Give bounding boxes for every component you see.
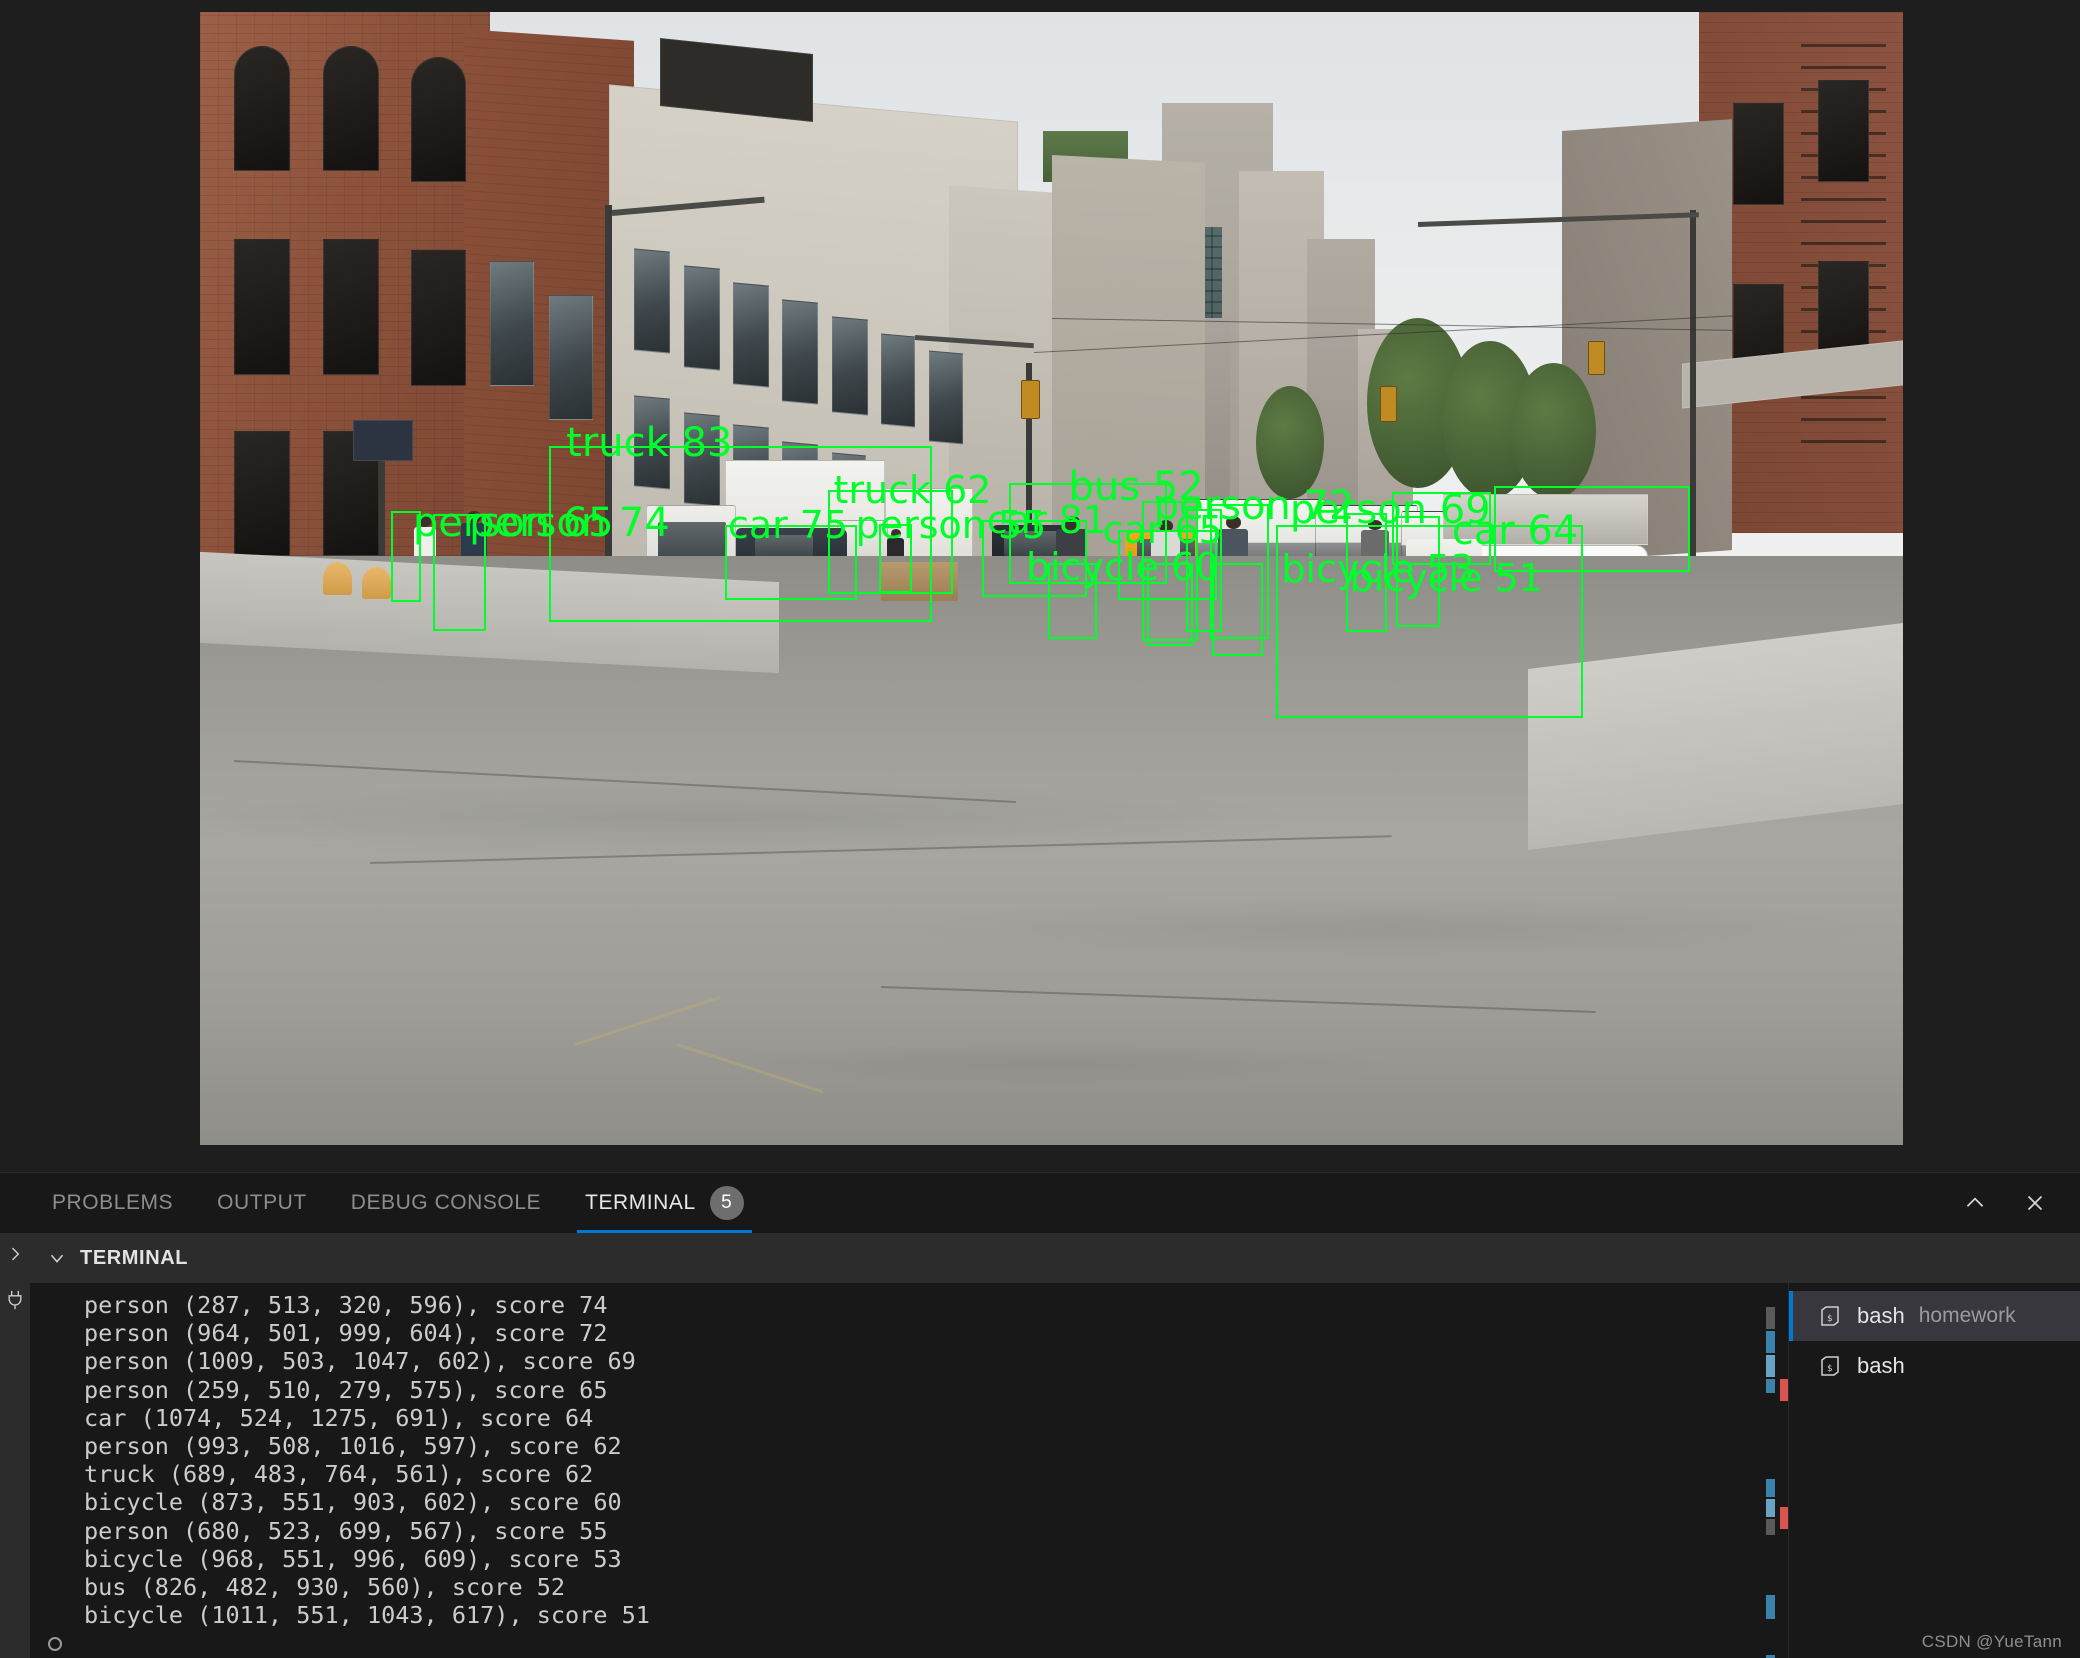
det-label-person-cluster-left: person 65 (412, 499, 614, 546)
det-box-person-62 (1186, 509, 1222, 632)
det-box-person-right-1 (1346, 512, 1387, 632)
image-viewer: truck 83 person 65 person 74 truck 62 ca… (0, 0, 2080, 1172)
svg-text:$: $ (1827, 1364, 1832, 1374)
scroll-decoration (1766, 1595, 1775, 1619)
bottom-panel: PROBLEMS OUTPUT DEBUG CONSOLE TERMINAL 5 (0, 1172, 2080, 1658)
terminal-list-item-name: bash (1857, 1353, 1905, 1378)
detection-image: truck 83 person 65 person 74 truck 62 ca… (200, 12, 1903, 1145)
scroll-decoration (1766, 1379, 1775, 1393)
det-box-truck-far-right (1494, 485, 1691, 572)
terminal-line: person (287, 513, 320, 596), score 74 (84, 1291, 608, 1319)
terminal-instance-list: $ bash homework $ bash (1788, 1283, 2080, 1658)
det-box-bus-far (1392, 492, 1491, 565)
panel-actions (1958, 1173, 2060, 1233)
det-box-bicycle-60 (1048, 562, 1098, 639)
terminal-output[interactable]: person (287, 513, 320, 596), score 74 pe… (30, 1283, 1788, 1658)
det-box-person-72 (1141, 501, 1198, 641)
terminal-line: bus (826, 482, 930, 560), score 52 (84, 1573, 566, 1602)
panel-tab-bar: PROBLEMS OUTPUT DEBUG CONSOLE TERMINAL 5 (0, 1173, 2080, 1233)
terminal-list-item-sub: homework (1918, 1304, 2016, 1327)
terminal-section-title: TERMINAL (80, 1246, 189, 1269)
terminal-line: bicycle (1011, 551, 1043, 617), score 51 (84, 1601, 650, 1630)
tab-debug-console-label: DEBUG CONSOLE (350, 1191, 542, 1214)
terminal-count-badge: 5 (709, 1186, 744, 1220)
det-box-person-74 (433, 513, 487, 631)
scroll-decoration (1766, 1331, 1775, 1353)
det-box-car-75 (724, 525, 858, 600)
terminal-prompt-line: (lmdeploy) root@intern-studio-40019053:~… (36, 1629, 1788, 1658)
det-box-car-65 (1117, 529, 1217, 600)
terminal-list-item-name: bash (1857, 1303, 1905, 1328)
detection-overlay: truck 83 person 65 person 74 truck 62 ca… (200, 12, 1903, 1145)
terminal-section-header: TERMINAL (30, 1233, 2080, 1283)
det-label-bicycle-51: bicycle 51 (1349, 556, 1543, 601)
det-box-car-81 (981, 519, 1088, 597)
scroll-decoration-error (1780, 1507, 1788, 1529)
chevron-down-icon[interactable] (46, 1247, 68, 1269)
det-box-person-right-2 (1395, 516, 1440, 628)
tab-terminal[interactable]: TERMINAL 5 (563, 1173, 766, 1233)
tab-output[interactable]: OUTPUT (195, 1173, 329, 1233)
chevron-right-icon[interactable] (4, 1243, 26, 1265)
close-icon[interactable] (2018, 1186, 2052, 1220)
det-label-person-72: person 72 (1153, 482, 1355, 529)
tab-problems-label: PROBLEMS (52, 1191, 174, 1214)
det-label-bicycle-60: bicycle 60 (1025, 544, 1220, 589)
det-box-person-65 (390, 510, 422, 603)
terminal-line: person (680, 523, 699, 567), score 55 (84, 1516, 608, 1545)
det-box-bicycle-53 (1146, 562, 1193, 647)
det-box-truck-62 (828, 490, 953, 595)
scroll-decoration (1766, 1499, 1775, 1517)
street-photo: truck 83 person 65 person 74 truck 62 ca… (200, 12, 1903, 1145)
terminal-scrollbar[interactable] (1758, 1283, 1788, 1658)
terminal-line: person (964, 501, 999, 604), score 72 (84, 1319, 608, 1348)
terminal-line: truck (689, 483, 764, 561), score 62 (84, 1460, 594, 1489)
terminal-icon: $ (1817, 1303, 1843, 1329)
det-label-car-65: car 65 (1102, 507, 1223, 552)
terminal-body: person (287, 513, 320, 596), score 74 pe… (30, 1283, 2080, 1658)
det-box-bicycle-51 (1211, 562, 1263, 656)
tab-terminal-label: TERMINAL (585, 1191, 696, 1214)
det-box-truck-83 (549, 445, 933, 622)
terminal-line: person (993, 508, 1016, 597), score 62 (84, 1432, 622, 1461)
det-label-car-81: car 81 (986, 498, 1108, 543)
det-label-car-75: car 75 (727, 502, 849, 547)
tab-debug-console[interactable]: DEBUG CONSOLE (329, 1173, 563, 1233)
scroll-decoration-error (1780, 1379, 1788, 1401)
scroll-decoration (1766, 1307, 1775, 1329)
chevron-up-icon[interactable] (1958, 1186, 1992, 1220)
terminal-line: person (259, 510, 279, 575), score 65 (84, 1375, 608, 1404)
panel-side-strip (0, 1233, 30, 1658)
plug-icon[interactable] (4, 1289, 26, 1311)
det-label-person-55: person 55 (855, 502, 1047, 547)
det-label-truck-62: truck 62 (833, 467, 992, 512)
scroll-decoration (1766, 1519, 1775, 1535)
det-label-truck-83: truck 83 (566, 420, 733, 467)
terminal-line: person (1009, 503, 1047, 602), score 69 (84, 1347, 636, 1376)
svg-text:$: $ (1827, 1314, 1832, 1324)
tab-output-label: OUTPUT (217, 1191, 307, 1214)
det-label-bus-52: bus 52 (1068, 464, 1204, 511)
command-status-icon (48, 1637, 62, 1652)
tab-problems[interactable]: PROBLEMS (30, 1173, 195, 1233)
watermark: CSDN @YueTann (1921, 1632, 2062, 1651)
det-box-person-69 (1209, 503, 1270, 639)
det-label-car-64: car 64 (1451, 507, 1579, 554)
det-label-bicycle-53: bicycle 53 (1281, 547, 1475, 592)
terminal-line: bicycle (968, 551, 996, 609), score 53 (84, 1544, 622, 1573)
terminal-list-item-bash-homework[interactable]: $ bash homework (1789, 1291, 2080, 1341)
scroll-decoration (1766, 1355, 1775, 1377)
terminal-icon: $ (1817, 1353, 1843, 1379)
det-label-person-69: person 69 (1289, 487, 1491, 534)
terminal-line: bicycle (873, 551, 903, 602), score 60 (84, 1488, 622, 1517)
det-box-car-64 (1276, 525, 1583, 718)
terminal-line: car (1074, 524, 1275, 691), score 64 (84, 1403, 594, 1432)
det-label-person-74: person 74 (469, 499, 670, 546)
scroll-decoration (1766, 1479, 1775, 1497)
terminal-list-item-bash[interactable]: $ bash (1789, 1341, 2080, 1391)
det-box-bus-52 (1008, 483, 1168, 585)
det-box-person-55 (879, 524, 912, 594)
